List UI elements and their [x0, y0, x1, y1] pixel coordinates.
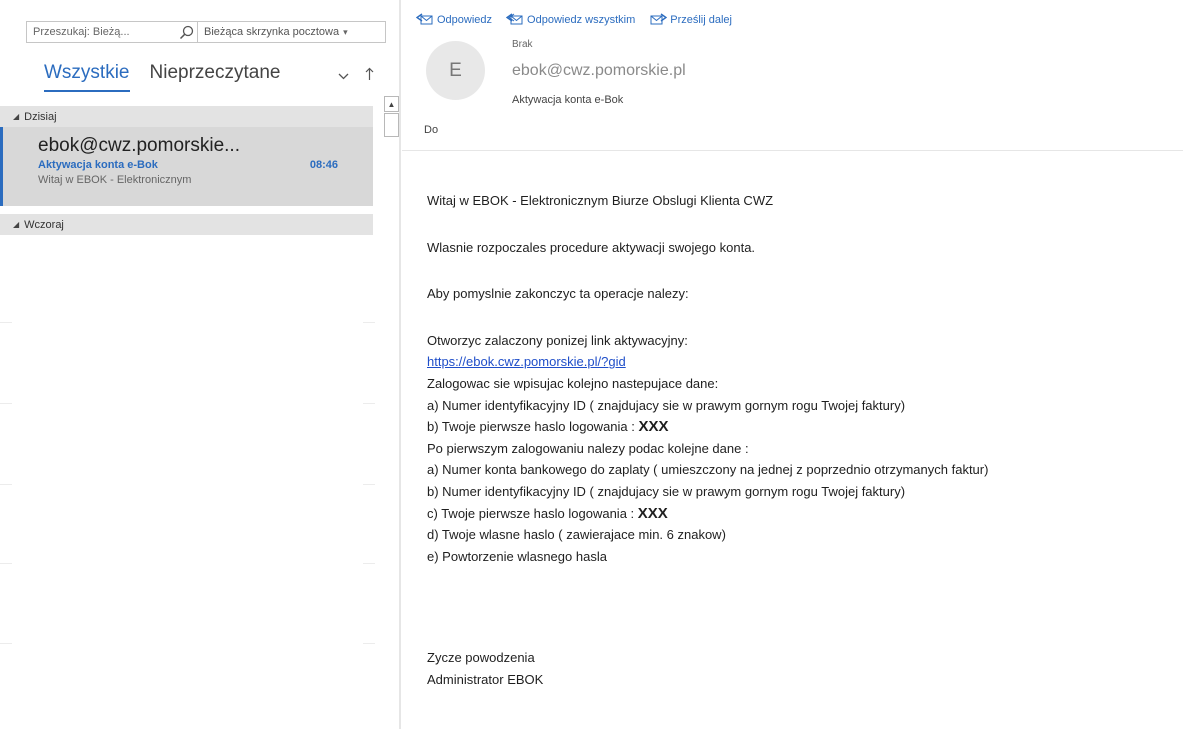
pane-divider[interactable]: [399, 0, 401, 729]
separator-line: [363, 322, 375, 323]
password-placeholder: XXX: [637, 504, 668, 522]
group-label-yesterday: Wczoraj: [24, 218, 64, 231]
search-input[interactable]: Przeszukaj: Bieżą...: [26, 21, 198, 43]
separator-line: [0, 322, 12, 323]
body-line: e) Powtorzenie wlasnego hasla: [427, 548, 607, 564]
reply-icon: [416, 13, 433, 25]
body-line: Zalogowac sie wpisujac kolejno nastepuja…: [427, 375, 719, 391]
body-closing: Zycze powodzenia: [427, 650, 535, 666]
message-list: ◢ Dzisiaj ebok@cwz.pomorskie... Aktywacj…: [0, 106, 373, 235]
body-line: Otworzyc zalaczony ponizej link aktywacy…: [427, 332, 688, 348]
collapse-triangle-icon: ◢: [13, 112, 20, 121]
body-signature: Administrator EBOK: [427, 671, 544, 687]
sender-label: Brak: [512, 39, 533, 50]
group-label-today: Dzisiaj: [24, 110, 57, 123]
body-line: a) Numer identyfikacyjny ID ( znajdujacy…: [427, 397, 906, 413]
search-scope-label: Bieżąca skrzynka pocztowa: [204, 26, 340, 38]
scroll-up-arrow-icon[interactable]: ▲: [384, 96, 399, 112]
avatar: E: [426, 41, 485, 100]
body-greeting: Witaj w EBOK - Elektronicznym Biurze Obs…: [427, 193, 774, 208]
tab-unread[interactable]: Nieprzeczytane: [150, 62, 281, 90]
reply-label: Odpowiedz: [437, 13, 493, 26]
group-header-today[interactable]: ◢ Dzisiaj: [0, 106, 373, 127]
body-line-text: b) Twoje pierwsze haslo logowania :: [427, 419, 639, 435]
search-icon[interactable]: [175, 22, 197, 42]
body-line-text: c) Twoje pierwsze haslo logowania :: [427, 505, 638, 521]
reply-all-icon: [506, 13, 523, 25]
message-actions: Odpowiedz Odpowiedz wszystkim Prześlij d…: [416, 13, 746, 26]
list-item[interactable]: ebok@cwz.pomorskie... Aktywacja konta e-…: [0, 127, 373, 206]
separator-line: [0, 484, 12, 485]
recipient-label: Do: [424, 124, 439, 136]
separator-line: [0, 403, 12, 404]
body-paragraph: Aby pomyslnie zakonczyc ta operacje nale…: [427, 286, 689, 302]
activation-link[interactable]: https://ebok.cwz.pomorskie.pl/?gid: [427, 354, 626, 369]
separator-line: [0, 643, 12, 644]
filter-dropdown-icon[interactable]: [338, 67, 349, 83]
message-time: 08:46: [309, 159, 338, 171]
body-line: Po pierwszym zalogowaniu nalezy podac ko…: [427, 440, 749, 456]
header-divider: [402, 150, 1183, 151]
message-preview: Witaj w EBOK - Elektronicznym: [38, 174, 192, 186]
reply-all-label: Odpowiedz wszystkim: [527, 13, 636, 26]
sender-address[interactable]: ebok@cwz.pomorskie.pl: [512, 62, 686, 80]
separator-line: [363, 484, 375, 485]
separator-line: [0, 563, 12, 564]
reading-pane: Odpowiedz Odpowiedz wszystkim Prześlij d…: [402, 0, 1183, 729]
message-list-pane: Przeszukaj: Bieżą... Bieżąca skrzynka po…: [0, 0, 386, 729]
body-line: b) Twoje pierwsze haslo logowania : XXX: [427, 416, 1183, 438]
body-line: c) Twoje pierwsze haslo logowania : XXX: [427, 503, 1183, 525]
body-paragraph: Wlasnie rozpoczales procedure aktywacji …: [427, 239, 756, 255]
body-line: d) Twoje wlasne haslo ( zawierajace min.…: [427, 527, 726, 543]
search-placeholder: Przeszukaj: Bieżą...: [33, 26, 130, 38]
message-list-scrollbar[interactable]: ▲: [384, 96, 400, 729]
forward-button[interactable]: Prześlij dalej: [649, 13, 732, 26]
reply-all-button[interactable]: Odpowiedz wszystkim: [506, 13, 635, 26]
message-body: Witaj w EBOK - Elektronicznym Biurze Obs…: [427, 190, 1183, 691]
collapse-triangle-icon: ◢: [13, 220, 20, 229]
group-header-yesterday[interactable]: ◢ Wczoraj: [0, 214, 373, 235]
message-header-subject: Aktywacja konta e-Bok: [512, 94, 624, 106]
body-line: b) Numer identyfikacyjny ID ( znajdujacy…: [427, 483, 906, 499]
scroll-thumb[interactable]: [384, 113, 399, 137]
search-bar: Przeszukaj: Bieżą... Bieżąca skrzynka po…: [26, 20, 386, 44]
sort-arrow-icon[interactable]: [365, 67, 374, 84]
reply-button[interactable]: Odpowiedz: [416, 13, 492, 26]
forward-label: Prześlij dalej: [670, 13, 732, 26]
filter-tabs: Wszystkie Nieprzeczytane: [44, 62, 374, 96]
chevron-down-icon: ▾: [343, 26, 348, 37]
body-line: a) Numer konta bankowego do zaplaty ( um…: [427, 462, 989, 478]
separator-line: [363, 643, 375, 644]
forward-icon: [650, 13, 668, 25]
message-subject: Aktywacja konta e-Bok: [38, 159, 158, 171]
tab-all[interactable]: Wszystkie: [44, 62, 130, 92]
separator-line: [363, 563, 375, 564]
separator-line: [363, 403, 375, 404]
message-sender: ebok@cwz.pomorskie...: [38, 135, 240, 156]
password-placeholder: XXX: [638, 418, 669, 436]
search-scope-dropdown[interactable]: Bieżąca skrzynka pocztowa ▾: [198, 21, 386, 43]
